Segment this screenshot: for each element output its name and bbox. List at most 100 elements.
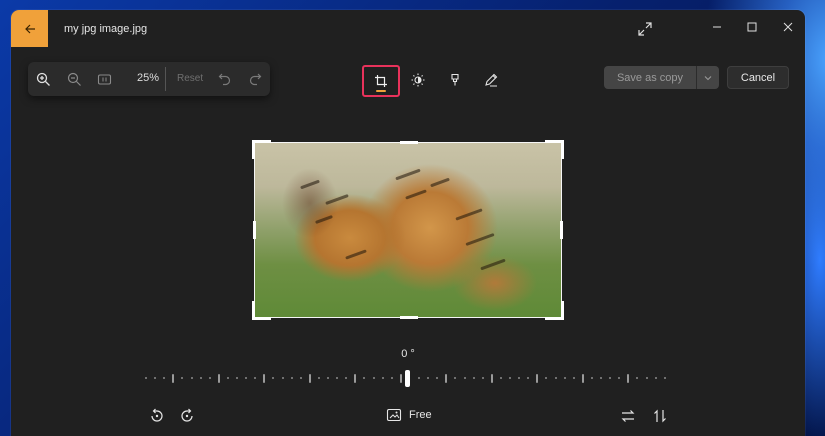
crop-handle-bottom-left[interactable] (252, 301, 271, 320)
aspect-ratio-icon (386, 408, 402, 422)
ruler-tick (308, 374, 311, 383)
ruler-dot (381, 377, 384, 379)
photos-editor-window: my jpg image.jpg 25% Reset Save as copy … (11, 10, 805, 436)
crop-handle-right[interactable] (560, 221, 563, 239)
flip-vertical-icon[interactable] (651, 407, 669, 425)
ruler-dot (663, 377, 666, 379)
minimize-icon (713, 26, 721, 28)
adjust-tool-button[interactable] (400, 64, 436, 96)
crop-frame[interactable] (252, 140, 564, 320)
brightness-icon (411, 73, 425, 87)
crop-handle-top-right[interactable] (545, 140, 564, 159)
save-as-copy-button[interactable]: Save as copy (604, 66, 696, 89)
ruler-dot (463, 377, 466, 379)
ruler-tick (627, 374, 630, 383)
minimize-button[interactable] (707, 17, 727, 37)
zoom-out-icon[interactable] (66, 71, 82, 87)
ruler-dot (499, 377, 502, 379)
redo-icon[interactable] (247, 71, 263, 87)
ruler-tick (399, 374, 402, 383)
ruler-dot (527, 377, 530, 379)
fullscreen-expand-icon[interactable] (637, 21, 653, 37)
ruler-dot (199, 377, 202, 379)
window-title: my jpg image.jpg (64, 23, 148, 35)
ruler-dot (654, 377, 657, 379)
ruler-dot (481, 377, 484, 379)
straighten-slider[interactable] (145, 370, 671, 387)
ruler-dot (572, 377, 575, 379)
ruler-dot (563, 377, 566, 379)
ruler-dot (454, 377, 457, 379)
ruler-tick (490, 374, 493, 383)
ruler-dot (427, 377, 430, 379)
close-icon (783, 22, 793, 32)
ruler-dot (645, 377, 648, 379)
ruler-tick (581, 374, 584, 383)
crop-tool-button[interactable] (362, 65, 400, 97)
aspect-ratio-dropdown[interactable]: Free (386, 407, 432, 423)
ruler-dot (509, 377, 511, 379)
ruler-dot (618, 377, 621, 379)
back-button[interactable] (11, 10, 48, 47)
undo-icon[interactable] (217, 71, 233, 87)
close-button[interactable] (778, 17, 798, 37)
crop-handle-left[interactable] (253, 221, 256, 239)
filter-icon (451, 73, 459, 86)
crop-handle-top-left[interactable] (252, 140, 271, 159)
ruler-tick (354, 374, 357, 383)
ruler-tick (172, 374, 175, 383)
crop-handle-bottom-right[interactable] (545, 301, 564, 320)
ruler-dot (363, 377, 366, 379)
chevron-down-icon (704, 75, 712, 80)
ruler-dot (545, 377, 548, 379)
straighten-slider-thumb[interactable] (405, 370, 410, 387)
ruler-dot (390, 377, 393, 379)
filter-tool-button[interactable] (437, 64, 473, 96)
ruler-dot (609, 377, 612, 379)
ruler-dot (336, 377, 339, 379)
ruler-dot (436, 377, 439, 379)
ruler-tick (263, 374, 266, 383)
ruler-dot (208, 377, 211, 379)
rotate-right-icon[interactable] (178, 407, 196, 425)
ruler-tick (445, 374, 448, 383)
markup-tool-button[interactable] (473, 64, 509, 96)
ruler-dot (372, 377, 375, 379)
ruler-dot (181, 377, 184, 379)
ruler-dot (272, 377, 275, 379)
zoom-in-icon[interactable] (35, 71, 51, 87)
ruler-dot (472, 377, 475, 379)
ruler-dot (245, 377, 248, 379)
view-toolbar: 25% Reset (28, 62, 270, 96)
ruler-dot (163, 377, 166, 379)
ruler-dot (418, 377, 420, 379)
save-options-dropdown[interactable] (697, 66, 719, 89)
ruler-dot (254, 377, 257, 379)
reset-button[interactable]: Reset (177, 73, 203, 84)
pen-icon (485, 73, 498, 87)
active-tool-indicator (376, 90, 386, 92)
toolbar-divider (165, 67, 166, 91)
maximize-button[interactable] (742, 17, 762, 37)
crop-handle-top[interactable] (400, 141, 418, 144)
crop-handle-bottom[interactable] (400, 316, 418, 319)
ruler-dot (290, 377, 293, 379)
ruler-dot (226, 377, 229, 379)
title-bar: my jpg image.jpg (11, 10, 805, 48)
cancel-button[interactable]: Cancel (727, 66, 789, 89)
ruler-dot (636, 377, 639, 379)
ruler-dot (518, 377, 521, 379)
crop-icon (375, 75, 387, 87)
ruler-dot (554, 377, 557, 379)
rotate-left-icon[interactable] (148, 407, 166, 425)
ruler-tick (536, 374, 539, 383)
ruler-dot (317, 377, 320, 379)
fit-to-window-icon[interactable] (96, 71, 112, 87)
zoom-level[interactable]: 25% (137, 72, 159, 84)
rotation-angle: 0 ° (401, 348, 415, 360)
maximize-icon (747, 22, 757, 32)
edit-tools (361, 64, 511, 98)
crop-options-bar: Free (11, 405, 805, 429)
flip-horizontal-icon[interactable] (619, 407, 637, 425)
ruler-dot (590, 377, 593, 379)
